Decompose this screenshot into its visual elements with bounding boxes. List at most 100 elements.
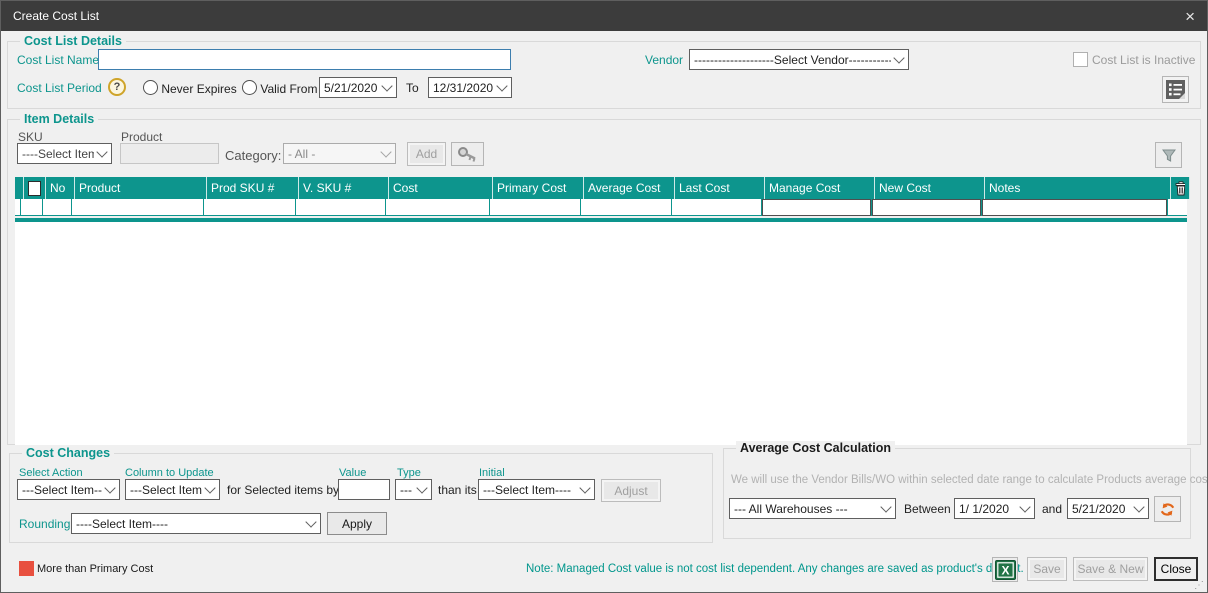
chevron-down-icon (380, 146, 391, 157)
product-input[interactable] (120, 143, 219, 164)
cost-list-name-input[interactable] (98, 49, 511, 70)
adjust-button[interactable]: Adjust (601, 479, 661, 502)
col-product[interactable]: Product (75, 177, 207, 199)
value-input[interactable] (338, 479, 390, 500)
warehouse-value: --- All Warehouses --- (734, 502, 878, 516)
select-all-header[interactable] (24, 177, 46, 199)
valid-from-label: Valid From (260, 82, 317, 96)
col-no[interactable]: No (46, 177, 75, 199)
apply-button[interactable]: Apply (327, 512, 387, 535)
col-new-cost[interactable]: New Cost (875, 177, 985, 199)
vendor-select[interactable]: --------------------Select Vendor-------… (689, 49, 909, 70)
grid-body-empty (15, 222, 1187, 445)
item-details-title: Item Details (20, 112, 98, 126)
manage-cost-filter-input[interactable] (762, 199, 871, 216)
filter-cell[interactable] (581, 199, 672, 216)
filter-button[interactable] (1155, 142, 1182, 168)
end-date-select[interactable]: 5/21/2020 (1067, 498, 1149, 519)
col-last-cost[interactable]: Last Cost (675, 177, 765, 199)
new-cost-filter-input[interactable] (872, 199, 981, 216)
type-value: --- (400, 483, 414, 497)
notes-filter-input[interactable] (982, 199, 1167, 216)
category-select-value: - All - (288, 147, 378, 161)
never-expires-radio[interactable]: Never Expires (143, 80, 237, 96)
filter-cell[interactable] (672, 199, 762, 216)
initial-value: ---Select Item---- (483, 483, 577, 497)
filter-cell[interactable] (762, 199, 872, 216)
filter-cell[interactable] (490, 199, 581, 216)
col-v-sku[interactable]: V. SKU # (299, 177, 389, 199)
trash-icon (1175, 181, 1185, 196)
cost-list-picker-button[interactable] (1162, 76, 1189, 103)
start-date-select[interactable]: 1/ 1/2020 (954, 498, 1035, 519)
category-select[interactable]: - All - (283, 143, 396, 164)
column-to-update-select[interactable]: ---Select Item---- (125, 479, 220, 500)
filter-cell[interactable] (872, 199, 982, 216)
close-button-label: Close (1161, 562, 1192, 576)
vendor-label: Vendor (645, 53, 683, 67)
resize-grip[interactable]: ⋰ (1194, 580, 1204, 591)
chevron-down-icon (880, 501, 891, 512)
filter-cell[interactable] (982, 199, 1168, 216)
select-action-select[interactable]: ---Select Item--- (17, 479, 120, 500)
svg-text:X: X (1001, 563, 1009, 577)
radio-icon (242, 80, 257, 95)
vendor-select-value: --------------------Select Vendor-------… (694, 53, 891, 67)
select-action-label: Select Action (19, 467, 83, 479)
filter-cell (1168, 199, 1187, 216)
excel-icon: X (995, 560, 1016, 580)
col-cost[interactable]: Cost (389, 177, 493, 199)
end-date-value: 5/21/2020 (1072, 502, 1131, 516)
valid-from-radio[interactable]: Valid From (242, 80, 317, 96)
initial-label: Initial (479, 467, 505, 479)
sku-select[interactable]: ----Select Item--- (17, 143, 112, 164)
chevron-down-icon (305, 516, 316, 527)
grid-header-row: No Product Prod SKU # V. SKU # Cost Prim… (15, 177, 1187, 199)
help-icon[interactable]: ? (108, 78, 126, 96)
chevron-down-icon (1019, 501, 1030, 512)
inactive-checkbox[interactable] (1073, 52, 1088, 67)
save-button[interactable]: Save (1027, 557, 1067, 581)
filter-cell[interactable] (204, 199, 296, 216)
delete-column-header[interactable] (1171, 177, 1190, 199)
adjust-button-label: Adjust (614, 484, 647, 498)
type-select[interactable]: --- (395, 479, 432, 500)
valid-to-date-select[interactable]: 12/31/2020 (428, 77, 512, 98)
col-average-cost[interactable]: Average Cost (584, 177, 675, 199)
rounding-label: Rounding (19, 517, 70, 531)
save-and-new-label: Save & New (1077, 562, 1143, 576)
filter-cell[interactable] (43, 199, 72, 216)
valid-from-date-value: 5/21/2020 (324, 81, 379, 95)
column-to-update-label: Column to Update (125, 467, 214, 479)
chevron-down-icon (579, 482, 590, 493)
footer-note: Note: Managed Cost value is not cost lis… (526, 563, 1024, 575)
valid-to-date-value: 12/31/2020 (433, 81, 494, 95)
col-manage-cost[interactable]: Manage Cost (765, 177, 875, 199)
recalculate-button[interactable] (1154, 496, 1181, 522)
close-icon[interactable]: × (1185, 8, 1195, 25)
warehouse-select[interactable]: --- All Warehouses --- (729, 498, 896, 519)
add-button[interactable]: Add (407, 142, 446, 166)
refresh-icon (1159, 501, 1176, 518)
filter-cell[interactable] (72, 199, 204, 216)
key-lookup-button[interactable] (451, 142, 484, 166)
valid-from-date-select[interactable]: 5/21/2020 (319, 77, 397, 98)
filter-cell[interactable] (21, 199, 43, 216)
average-cost-description: We will use the Vendor Bills/WO within s… (731, 474, 1208, 486)
close-button[interactable]: Close (1154, 557, 1198, 581)
save-and-new-button[interactable]: Save & New (1073, 557, 1148, 581)
rounding-select[interactable]: ----Select Item---- (71, 513, 321, 534)
export-excel-button[interactable]: X (992, 557, 1018, 582)
filter-cell[interactable] (386, 199, 490, 216)
col-prod-sku[interactable]: Prod SKU # (207, 177, 299, 199)
filter-cell[interactable] (296, 199, 386, 216)
col-primary-cost[interactable]: Primary Cost (493, 177, 584, 199)
to-label: To (406, 81, 419, 95)
initial-select[interactable]: ---Select Item---- (478, 479, 595, 500)
average-cost-title: Average Cost Calculation (736, 441, 895, 455)
type-label: Type (397, 467, 421, 479)
value-label: Value (339, 467, 366, 479)
chevron-down-icon (204, 482, 215, 493)
col-notes[interactable]: Notes (985, 177, 1171, 199)
legend-color-swatch (19, 561, 34, 576)
